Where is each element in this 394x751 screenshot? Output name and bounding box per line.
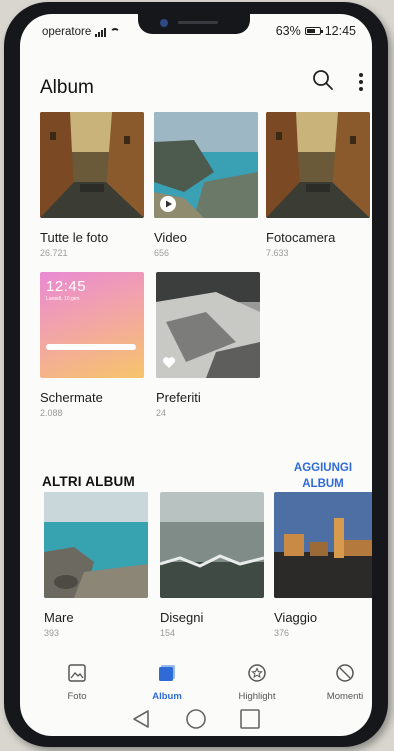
tab-label: Foto (67, 691, 87, 702)
recents-icon[interactable] (240, 709, 260, 729)
album-thumbnail (44, 492, 148, 598)
album-sea[interactable]: Mare 393 (44, 492, 148, 638)
album-thumbnail (274, 492, 372, 598)
album-icon (159, 665, 175, 681)
signal-icon (95, 27, 107, 37)
album-name: Video (154, 230, 188, 245)
album-count: 376 (274, 628, 290, 638)
system-nav-bar (133, 709, 260, 729)
carrier-label: operatore (42, 26, 92, 38)
album-all-photos[interactable]: Tutte le foto 26.721 (40, 112, 144, 258)
highlight-icon (248, 664, 266, 682)
section-title-other-albums: ALTRI ALBUM (42, 474, 135, 489)
album-count: 26.721 (40, 248, 68, 258)
album-thumbnail (160, 492, 264, 598)
album-count: 24 (156, 408, 167, 418)
album-travel[interactable]: Viaggio 376 (274, 492, 372, 638)
album-drawings[interactable]: Disegni 154 (160, 492, 264, 638)
tab-moments[interactable]: Momenti (310, 654, 372, 702)
album-name: Tutte le foto (40, 230, 109, 245)
heart-icon (162, 357, 176, 368)
notch (138, 14, 250, 34)
album-thumbnail (154, 112, 258, 218)
album-name: Disegni (160, 610, 204, 625)
tab-photos[interactable]: Foto (42, 654, 112, 702)
album-thumbnail: 12:45 Lunedì, 10 gen (40, 272, 144, 378)
album-favorites[interactable]: Preferiti 24 (156, 272, 260, 418)
tab-label: Momenti (326, 691, 364, 702)
album-name: Mare (44, 610, 74, 625)
bottom-tab-bar: Foto Album Highlight Momenti (20, 654, 372, 702)
moments-icon (336, 664, 354, 682)
album-thumbnail (156, 272, 260, 378)
tab-label: Highlight (238, 691, 276, 702)
play-icon (160, 196, 176, 212)
page-title: Album (40, 77, 94, 98)
album-name: Viaggio (274, 610, 318, 625)
tab-album[interactable]: Album (132, 654, 202, 702)
add-album-label-line1: AGGIUNGI (293, 462, 353, 474)
album-count: 154 (160, 628, 176, 638)
phone-frame: operatore 63% 12:45 Album Tutte le foto … (4, 2, 388, 747)
album-count: 656 (154, 248, 170, 258)
earpiece-speaker (178, 21, 218, 24)
front-camera (160, 19, 168, 27)
screenshot-search-bar (46, 344, 136, 350)
screenshot-clock: 12:45 (46, 278, 87, 295)
album-video[interactable]: Video 656 (154, 112, 258, 258)
add-album-label-line2: ALBUM (302, 478, 344, 490)
status-time: 12:45 (324, 24, 356, 38)
album-camera[interactable]: Fotocamera 7.633 (266, 112, 370, 258)
album-count: 2.088 (40, 408, 63, 418)
tab-highlight[interactable]: Highlight (222, 654, 292, 702)
album-name: Preferiti (156, 390, 201, 405)
search-icon[interactable] (312, 69, 334, 91)
album-count: 7.633 (266, 248, 289, 258)
album-name: Fotocamera (266, 230, 336, 245)
album-thumbnail (266, 112, 370, 218)
album-count: 393 (44, 628, 60, 638)
home-icon[interactable] (186, 709, 206, 729)
screenshot-date: Lunedì, 10 gen (46, 296, 80, 302)
tab-label: Album (152, 691, 182, 702)
gallery-screen: operatore 63% 12:45 Album Tutte le foto … (20, 14, 372, 736)
wifi-icon (110, 28, 121, 36)
photo-icon (68, 664, 86, 682)
more-vertical-icon[interactable] (358, 72, 364, 92)
add-album-button[interactable]: AGGIUNGI ALBUM (288, 460, 358, 492)
battery-percent: 63% (275, 24, 301, 38)
back-icon[interactable] (133, 710, 149, 728)
album-screenshots[interactable]: 12:45 Lunedì, 10 gen Schermate 2.088 (40, 272, 144, 418)
album-name: Schermate (40, 390, 103, 405)
battery-icon (304, 27, 323, 35)
album-thumbnail (40, 112, 144, 218)
